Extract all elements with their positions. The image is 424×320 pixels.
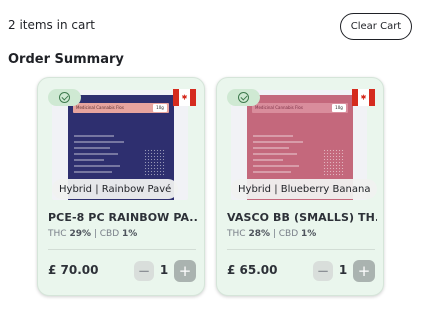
quantity-value: 1 <box>159 263 169 277</box>
product-card: Medicinal Cannabis Flos 10g Hybrid | Blue… <box>216 77 384 296</box>
cart-count: 2 items in cart <box>8 18 95 32</box>
potency-info: THC 29% | CBD 1% <box>48 229 138 239</box>
product-name[interactable]: PCE-8 PC RAINBOW PA... <box>48 211 198 224</box>
pack-weight: 10g <box>332 104 346 112</box>
decrement-button[interactable]: − <box>313 261 333 281</box>
product-image[interactable]: Medicinal Cannabis Flos 10g Hybrid | Rain… <box>38 78 204 200</box>
decrement-button[interactable]: − <box>134 261 154 281</box>
strain-label: Hybrid | Blueberry Banana <box>231 179 378 199</box>
canada-flag-icon <box>173 89 196 106</box>
divider <box>48 249 196 250</box>
increment-button[interactable]: + <box>174 260 196 282</box>
potency-info: THC 28% | CBD 1% <box>227 229 317 239</box>
increment-button[interactable]: + <box>353 260 375 282</box>
product-price: £ 65.00 <box>227 263 278 277</box>
check-circle-icon <box>48 89 81 106</box>
order-summary-title: Order Summary <box>8 52 124 67</box>
strain-label: Hybrid | Rainbow Pavé <box>52 179 179 199</box>
product-price: £ 70.00 <box>48 263 99 277</box>
quantity-value: 1 <box>338 263 348 277</box>
quantity-stepper: − 1 + <box>134 260 196 282</box>
check-circle-icon <box>227 89 260 106</box>
pack-label: Medicinal Cannabis Flos <box>255 105 303 110</box>
product-image[interactable]: Medicinal Cannabis Flos 10g Hybrid | Blue… <box>217 78 383 200</box>
canada-flag-icon <box>352 89 375 106</box>
clear-cart-button[interactable]: Clear Cart <box>340 13 412 40</box>
pack-label: Medicinal Cannabis Flos <box>76 105 124 110</box>
pack-weight: 10g <box>153 104 167 112</box>
product-card: Medicinal Cannabis Flos 10g Hybrid | Rain… <box>37 77 205 296</box>
divider <box>227 249 375 250</box>
product-name[interactable]: VASCO BB (SMALLS) TH... <box>227 211 377 224</box>
quantity-stepper: − 1 + <box>313 260 375 282</box>
